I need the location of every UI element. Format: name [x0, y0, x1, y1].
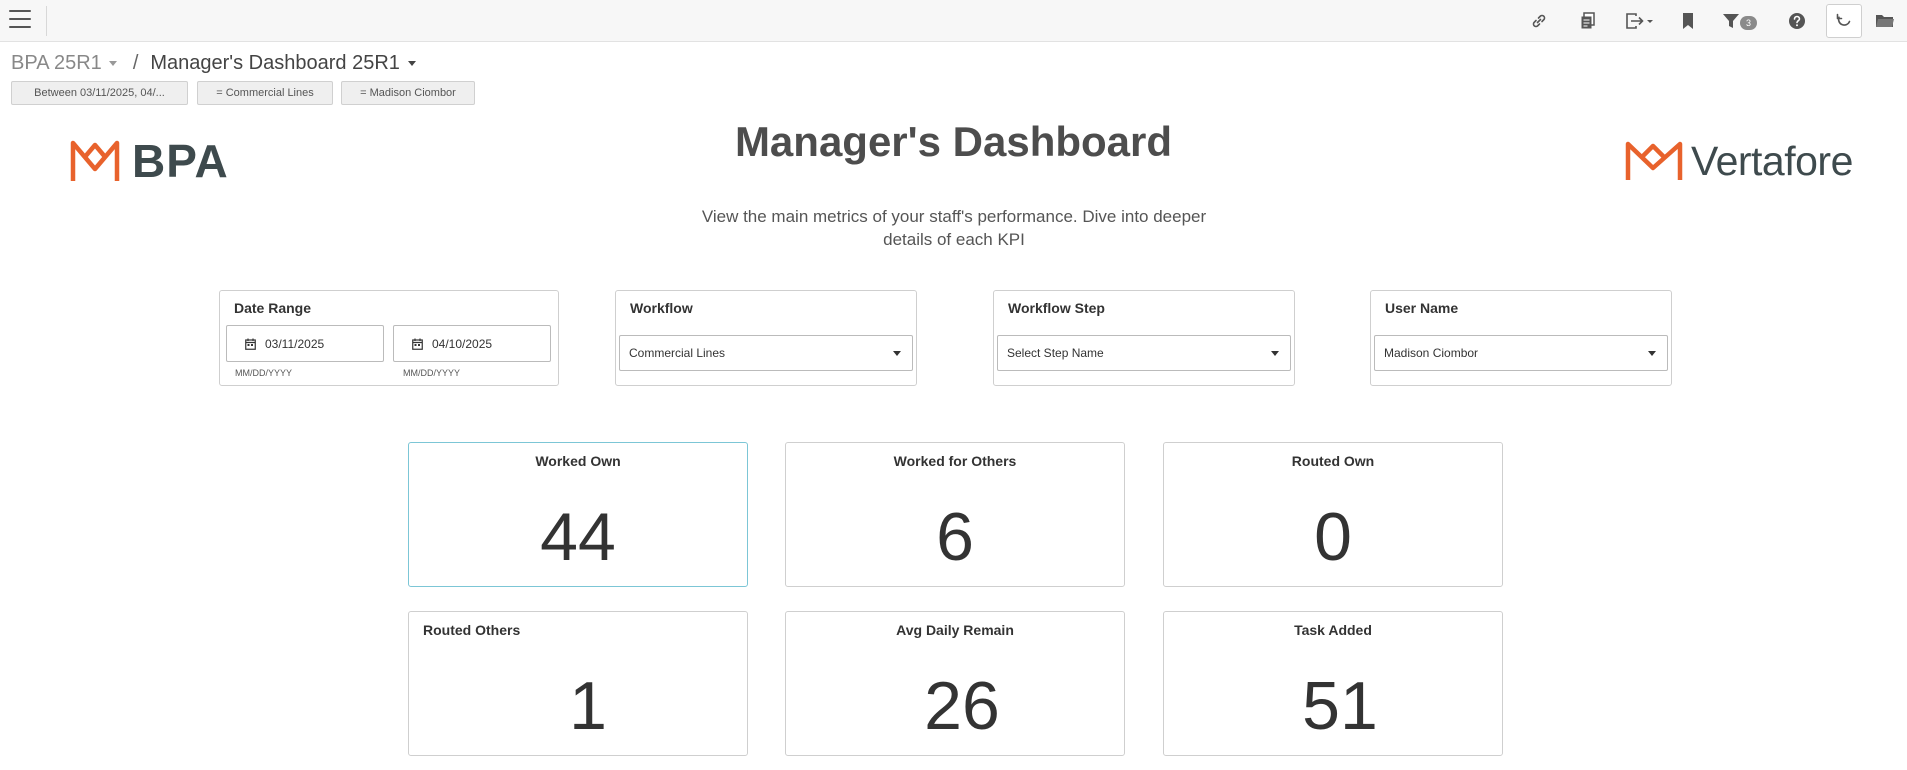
kpi-value: 0 [1314, 499, 1352, 575]
breadcrumb-separator: / [132, 51, 139, 74]
workflow-step-select-value: Select Step Name [1007, 346, 1104, 360]
breadcrumb-current[interactable]: Manager's Dashboard 25R1 [150, 52, 400, 75]
kpi-card-routed-others[interactable]: Routed Others 1 [408, 611, 748, 756]
bookmark-icon[interactable] [1673, 8, 1703, 34]
chevron-down-icon [1648, 351, 1656, 356]
user-name-label: User Name [1385, 300, 1459, 316]
kpi-value: 1 [569, 668, 607, 744]
date-range-panel: Date Range 03/11/2025 04/10/2025 MM/DD/Y… [219, 290, 559, 386]
kpi-value: 26 [924, 668, 1000, 744]
filter-icon [1723, 14, 1739, 28]
start-date-format-hint: MM/DD/YYYY [235, 368, 293, 378]
end-date-field[interactable]: 04/10/2025 [393, 325, 551, 362]
kpi-value: 51 [1302, 668, 1378, 744]
kpi-label: Routed Others [423, 622, 521, 638]
top-toolbar: 3 [0, 0, 1907, 42]
breadcrumb: BPA 25R1 / Manager's Dashboard 25R1 [11, 51, 426, 75]
workflow-step-select[interactable]: Select Step Name [997, 335, 1291, 371]
start-date-value: 03/11/2025 [265, 336, 325, 351]
link-icon[interactable] [1524, 8, 1554, 34]
breadcrumb-root[interactable]: BPA 25R1 [11, 52, 102, 75]
vertafore-logo-mark [1625, 141, 1683, 180]
date-range-label: Date Range [234, 300, 312, 316]
export-icon[interactable] [1622, 8, 1658, 34]
workflow-select[interactable]: Commercial Lines [619, 335, 913, 371]
workflow-panel: Workflow Commercial Lines [615, 290, 917, 386]
filter-chip-workflow[interactable]: = Commercial Lines [197, 81, 333, 105]
menu-icon[interactable] [9, 10, 31, 30]
kpi-label: Avg Daily Remain [896, 622, 1014, 638]
copy-icon[interactable] [1573, 8, 1603, 34]
kpi-label: Task Added [1294, 622, 1372, 638]
end-date-format-hint: MM/DD/YYYY [403, 368, 461, 378]
workflow-label: Workflow [630, 300, 693, 316]
kpi-value: 44 [540, 499, 616, 575]
toolbar-divider [46, 6, 47, 36]
calendar-icon [412, 338, 423, 350]
user-name-select[interactable]: Madison Ciombor [1374, 335, 1668, 371]
filter-chip-user[interactable]: = Madison Ciombor [341, 81, 475, 105]
vertafore-logo-text: Vertafore [1691, 137, 1853, 184]
kpi-label: Worked for Others [893, 453, 1017, 469]
workflow-step-label: Workflow Step [1008, 300, 1105, 316]
refresh-icon[interactable] [1826, 4, 1862, 38]
chevron-down-icon [1271, 351, 1279, 356]
help-icon[interactable] [1782, 8, 1812, 34]
kpi-label: Routed Own [1291, 453, 1375, 469]
subtitle-line-2: details of each KPI [883, 230, 1025, 249]
folder-icon[interactable] [1870, 8, 1900, 34]
user-name-panel: User Name Madison Ciombor [1370, 290, 1672, 386]
kpi-card-avg-daily-remain[interactable]: Avg Daily Remain 26 [785, 611, 1125, 756]
kpi-label: Worked Own [535, 453, 621, 469]
filter-chip-date[interactable]: Between 03/11/2025, 04/... [11, 81, 188, 105]
kpi-value: 6 [936, 499, 974, 575]
kpi-card-routed-own[interactable]: Routed Own 0 [1163, 442, 1503, 587]
page-title: Manager's Dashboard [734, 118, 1173, 165]
workflow-select-value: Commercial Lines [629, 346, 726, 360]
workflow-step-panel: Workflow Step Select Step Name [993, 290, 1295, 386]
chevron-down-icon[interactable] [407, 60, 416, 66]
filter-count-badge: 3 [1740, 16, 1757, 30]
page-subtitle: View the main metrics of your staff's pe… [694, 205, 1214, 251]
start-date-field[interactable]: 03/11/2025 [226, 325, 384, 362]
kpi-card-worked-own[interactable]: Worked Own 44 [408, 442, 748, 587]
user-name-select-value: Madison Ciombor [1384, 346, 1479, 360]
kpi-card-worked-for-others[interactable]: Worked for Others 6 [785, 442, 1125, 587]
end-date-value: 04/10/2025 [432, 336, 493, 351]
subtitle-line-1: View the main metrics of your staff's pe… [701, 207, 1207, 226]
filter-button[interactable]: 3 [1722, 8, 1762, 34]
calendar-icon [245, 338, 256, 350]
chevron-down-icon [893, 351, 901, 356]
kpi-card-task-added[interactable]: Task Added 51 [1163, 611, 1503, 756]
vertafore-logo: Vertafore [1625, 138, 1853, 184]
chevron-down-icon[interactable] [108, 60, 117, 66]
